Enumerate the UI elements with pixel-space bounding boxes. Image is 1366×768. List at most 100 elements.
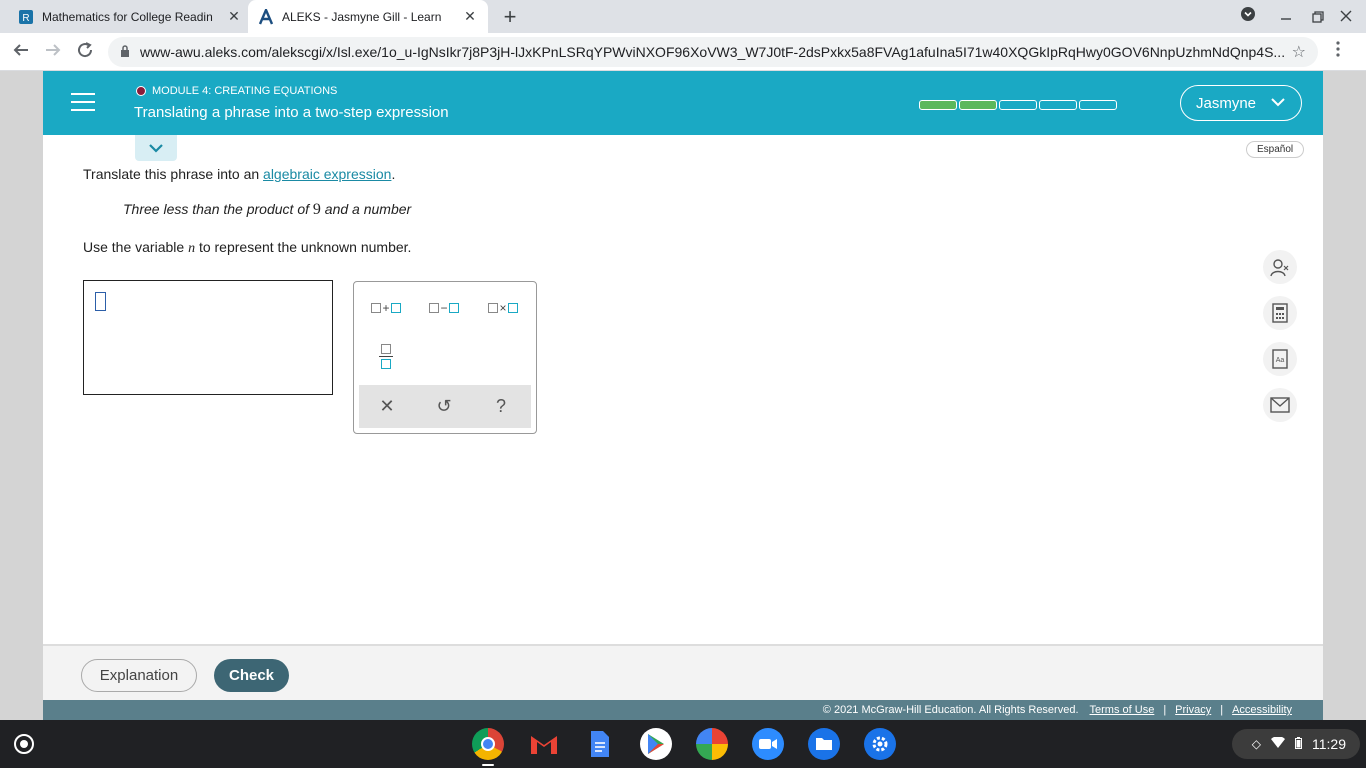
dictionary-icon[interactable]: Aa	[1263, 342, 1297, 376]
launcher-icon[interactable]	[14, 734, 34, 754]
progress-segment	[919, 100, 957, 110]
browser-menu-icon[interactable]	[1336, 41, 1340, 62]
back-icon[interactable]	[10, 41, 32, 64]
gmail-icon[interactable]	[528, 728, 560, 760]
browser-tab-mathematics[interactable]: R Mathematics for College Readin ✕	[8, 0, 252, 33]
close-window-icon[interactable]	[1340, 9, 1352, 25]
aleks-app: MODULE 4: CREATING EQUATIONS Translating…	[43, 71, 1323, 720]
subtract-template-button[interactable]: −	[422, 292, 466, 324]
language-toggle[interactable]: Español	[1246, 141, 1305, 158]
ask-teacher-icon[interactable]	[1263, 250, 1297, 284]
photos-icon[interactable]	[696, 728, 728, 760]
lock-icon	[120, 44, 130, 60]
placeholder-box-icon	[429, 303, 440, 313]
terms-of-use-link[interactable]: Terms of Use	[1090, 704, 1155, 716]
fraction-template-button[interactable]	[364, 340, 408, 372]
tab-title: Mathematics for College Readin	[42, 9, 213, 24]
maximize-icon[interactable]	[1312, 10, 1324, 26]
variable-text-end: to represent the unknown number.	[195, 239, 412, 255]
phrase-text: Three less than the product of	[123, 201, 313, 217]
close-tab-icon[interactable]: ✕	[462, 8, 478, 25]
close-tab-icon[interactable]: ✕	[226, 8, 242, 25]
svg-text:Aa: Aa	[1276, 357, 1285, 364]
no-stylus-icon: ◇	[1251, 737, 1261, 751]
help-button[interactable]: ?	[481, 391, 521, 421]
book-icon: R	[19, 9, 33, 24]
explanation-button[interactable]: Explanation	[81, 659, 197, 692]
placeholder-box-icon	[371, 303, 382, 313]
user-menu-button[interactable]: Jasmyne	[1180, 85, 1302, 121]
tab-title: ALEKS - Jasmyne Gill - Learn	[282, 9, 442, 24]
chevron-down-icon	[149, 144, 163, 153]
progress-segment	[1079, 100, 1117, 110]
times-symbol: ×	[499, 301, 507, 315]
progress-segment	[1039, 100, 1077, 110]
placeholder-box-icon	[507, 303, 518, 313]
minus-symbol: −	[440, 301, 448, 315]
google-docs-icon[interactable]	[584, 728, 616, 760]
variable-name: n	[188, 241, 196, 256]
plus-symbol: +	[382, 301, 390, 315]
add-template-button[interactable]: +	[364, 292, 408, 324]
algebraic-expression-link[interactable]: algebraic expression	[263, 166, 391, 182]
wifi-icon	[1271, 736, 1285, 751]
os-shelf: ◇ 11:29	[0, 720, 1366, 768]
play-store-icon[interactable]	[640, 728, 672, 760]
hamburger-menu-icon[interactable]	[71, 93, 95, 113]
module-title: MODULE 4: CREATING EQUATIONS	[152, 85, 338, 97]
instruction-punct: .	[391, 166, 396, 182]
address-bar[interactable]: www-awu.aleks.com/alekscgi/x/Isl.exe/1o_…	[108, 37, 1318, 67]
progress-segment	[999, 100, 1037, 110]
files-icon[interactable]	[808, 728, 840, 760]
module-header: MODULE 4: CREATING EQUATIONS Translating…	[43, 71, 1323, 135]
math-keypad: + − × ✕ ↺ ?	[353, 281, 537, 434]
bookmark-star-icon[interactable]: ☆	[1292, 42, 1306, 62]
progress-bar	[919, 100, 1119, 110]
clock-time: 11:29	[1312, 736, 1346, 752]
forward-icon[interactable]	[42, 41, 64, 64]
placeholder-box-icon	[381, 358, 391, 369]
check-button[interactable]: Check	[214, 659, 289, 692]
placeholder-box-icon	[381, 343, 391, 354]
placeholder-box-icon	[488, 303, 499, 313]
action-footer: Explanation Check	[43, 644, 1323, 700]
user-name: Jasmyne	[1196, 94, 1257, 112]
mail-icon[interactable]	[1263, 388, 1297, 422]
url-text: www-awu.aleks.com/alekscgi/x/Isl.exe/1o_…	[140, 44, 1286, 60]
undo-button[interactable]: ↺	[424, 391, 464, 421]
keypad-actions: ✕ ↺ ?	[359, 385, 531, 428]
clear-button[interactable]: ✕	[367, 391, 407, 421]
calculator-icon[interactable]	[1263, 296, 1297, 330]
link-separator: |	[1220, 704, 1224, 716]
multiply-template-button[interactable]: ×	[481, 292, 525, 324]
question-instruction: Translate this phrase into an algebraic …	[83, 166, 395, 182]
answer-cursor	[95, 292, 106, 311]
variable-text: Use the variable	[83, 239, 189, 255]
minimize-icon[interactable]	[1280, 8, 1292, 24]
reload-icon[interactable]	[74, 41, 96, 64]
phrase-text-end: and a number	[320, 201, 412, 217]
browser-toolbar: www-awu.aleks.com/alekscgi/x/Isl.exe/1o_…	[0, 33, 1366, 71]
chevron-down-icon	[1270, 94, 1286, 114]
browser-tabstrip: R Mathematics for College Readin ✕ ALEKS…	[0, 0, 1366, 33]
accessibility-link[interactable]: Accessibility	[1232, 704, 1292, 716]
topic-title: Translating a phrase into a two-step exp…	[134, 104, 449, 121]
new-tab-button[interactable]: +	[498, 4, 522, 30]
browser-tab-aleks[interactable]: ALEKS - Jasmyne Gill - Learn ✕	[248, 0, 488, 33]
module-status-icon	[136, 86, 146, 96]
link-separator: |	[1163, 704, 1167, 716]
active-app-indicator	[482, 764, 494, 766]
module-label: MODULE 4: CREATING EQUATIONS	[136, 85, 337, 97]
privacy-link[interactable]: Privacy	[1175, 704, 1211, 716]
question-phrase: Three less than the product of 9 and a n…	[123, 201, 411, 219]
collapse-header-button[interactable]	[135, 135, 177, 161]
fraction-icon	[379, 343, 393, 369]
copyright-bar: © 2021 McGraw-Hill Education. All Rights…	[43, 700, 1323, 720]
answer-input[interactable]	[83, 280, 333, 395]
tab-search-icon[interactable]	[1240, 6, 1256, 25]
status-tray[interactable]: ◇ 11:29	[1232, 729, 1360, 759]
battery-icon	[1295, 736, 1302, 752]
zoom-icon[interactable]	[752, 728, 784, 760]
settings-icon[interactable]	[864, 728, 896, 760]
chrome-icon[interactable]	[472, 728, 504, 760]
